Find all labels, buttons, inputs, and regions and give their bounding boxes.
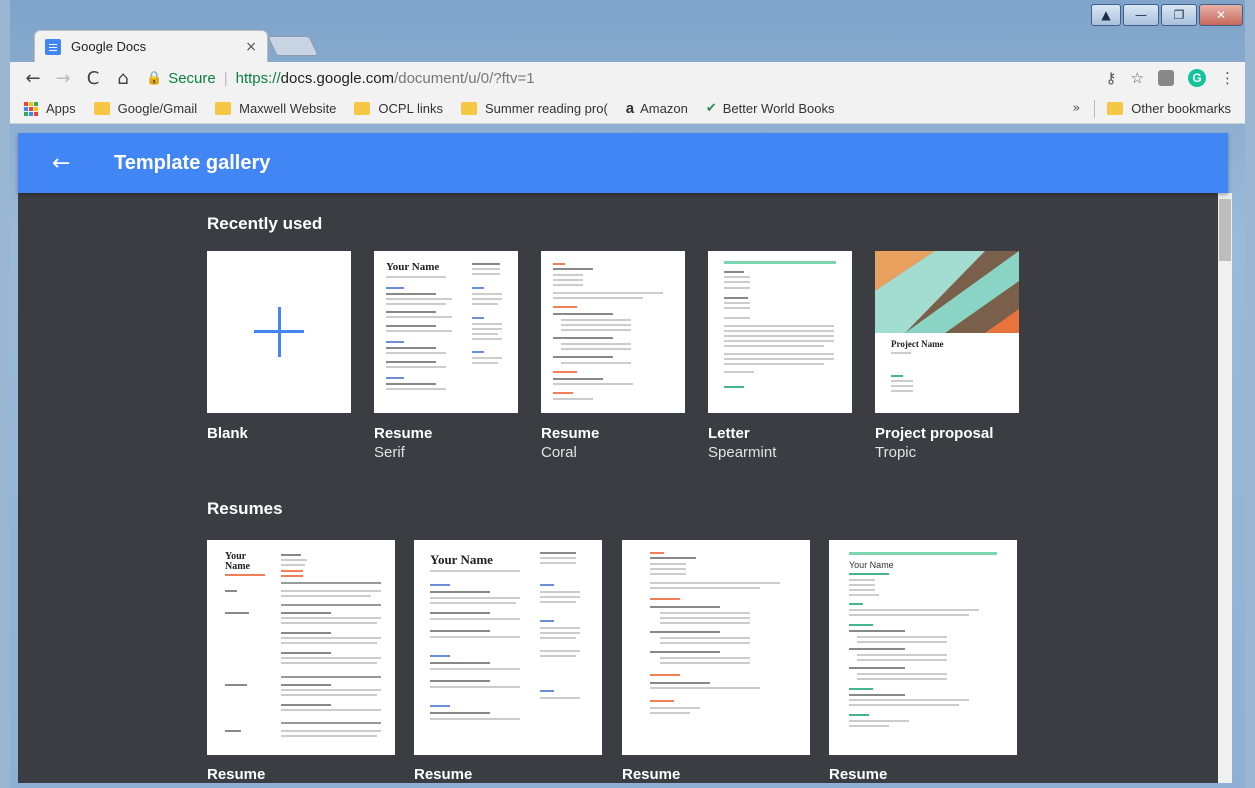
bookmarks-bar: Apps Google/Gmail Maxwell Website OCPL l… [10,94,1245,124]
template-style: Serif [374,444,405,461]
toolbar-actions: ⚷ ☆ G ⋮ [1106,69,1235,87]
user-icon[interactable]: ▲ [1091,4,1121,26]
url-path: /document/u/0/?ftv=1 [394,69,535,87]
template-name[interactable]: Letter [708,425,750,442]
section-title-resumes: Resumes [207,499,283,518]
thumbnail-heading: Project Name [891,339,944,349]
window-controls: ▲ — ❐ ✕ [1091,4,1243,26]
folder-icon [354,102,371,115]
home-icon[interactable]: ⌂ [110,68,136,89]
bookmark-maxwell-website[interactable]: Maxwell Website [215,101,336,116]
template-card-resume-serif[interactable]: Your Name [374,251,518,413]
google-docs-icon [45,38,61,55]
template-name[interactable]: Resume [414,766,472,783]
bookmark-better-world-books[interactable]: ✔ Better World Books [706,101,835,116]
amazon-icon: a [625,100,635,117]
tropic-artwork [875,251,1019,333]
bookmark-label: Apps [46,101,76,116]
template-card-letter-spearmint[interactable] [708,251,852,413]
template-style: Coral [541,444,577,461]
thumbnail-heading-line2: Name [225,561,250,572]
tab-close-icon[interactable]: × [245,39,257,55]
bookmark-label: Amazon [640,101,688,116]
better-world-books-icon: ✔ [705,101,717,116]
bookmark-label: Summer reading pro( [484,101,608,116]
back-arrow-icon[interactable]: ← [52,151,82,176]
forward-icon[interactable]: → [50,68,76,89]
plus-icon-v [278,307,281,357]
apps-grid-icon [24,101,38,116]
thumbnail-heading: Your Name [430,552,493,567]
template-card-project-proposal-tropic[interactable]: Project Name [875,251,1019,413]
bookmark-label: Better World Books [722,101,835,116]
new-tab-button[interactable] [267,36,319,56]
template-name[interactable]: Resume [541,425,599,442]
browser-tab[interactable]: Google Docs × [34,30,268,62]
menu-icon[interactable]: ⋮ [1220,69,1235,87]
template-name[interactable]: Resume [207,766,265,783]
template-card-resume-coral[interactable] [541,251,685,413]
vertical-scrollbar[interactable] [1218,193,1232,783]
bookmark-label: Other bookmarks [1131,101,1231,116]
tab-title: Google Docs [71,39,147,54]
template-name[interactable]: Resume [374,425,432,442]
folder-icon [215,102,232,115]
key-icon[interactable]: ⚷ [1106,69,1117,87]
bookmark-google-gmail[interactable]: Google/Gmail [93,101,198,116]
section-title-recently-used: Recently used [207,214,323,233]
page-title: Template gallery [114,151,271,174]
bookmark-ocpl-links[interactable]: OCPL links [354,101,443,116]
browser-toolbar: ← → C ⌂ 🔒 Secure | https:// docs.google.… [10,62,1245,94]
template-name[interactable]: Resume [622,766,680,783]
address-bar[interactable]: 🔒 Secure | https:// docs.google.com /doc… [146,65,1106,91]
template-gallery-header: ← Template gallery [18,133,1228,193]
url-host: docs.google.com [280,69,395,87]
template-gallery: Recently used Blank Your Name Resume Ser… [18,193,1218,783]
scrollbar-thumb[interactable] [1219,199,1231,261]
back-icon[interactable]: ← [20,68,46,89]
folder-icon [460,102,477,115]
template-card-resume-2[interactable]: Your Name [414,540,602,755]
grammarly-icon[interactable]: G [1188,69,1206,87]
close-window-button[interactable]: ✕ [1199,4,1243,26]
secure-label: Secure [168,69,216,87]
template-card-resume-4[interactable]: Your Name [829,540,1017,755]
extension-icon[interactable] [1158,70,1174,86]
thumbnail-heading: Your Name [849,560,894,570]
bookmarks-divider [1094,99,1096,118]
folder-icon [93,102,110,115]
bookmark-label: Google/Gmail [117,101,198,116]
bookmark-label: OCPL links [378,101,443,116]
template-card-blank[interactable] [207,251,351,413]
thumbnail-heading: Your Name [386,261,440,273]
url-protocol: https:// [235,69,281,87]
window-border-right [1245,0,1255,788]
folder-icon [1107,102,1124,115]
bookmarks-overflow-icon[interactable]: » [1072,101,1080,116]
window-border-left [0,0,10,788]
bookmark-apps[interactable]: Apps [24,101,76,116]
template-name[interactable]: Blank [207,425,248,442]
star-icon[interactable]: ☆ [1131,69,1144,87]
template-card-resume-1[interactable]: Your Name [207,540,395,755]
template-name[interactable]: Resume [829,766,887,783]
template-style: Spearmint [708,444,777,461]
bookmark-other[interactable]: Other bookmarks [1107,101,1231,116]
template-name[interactable]: Project proposal [875,425,993,442]
url-separator: | [223,69,228,87]
reload-icon[interactable]: C [80,68,106,89]
minimize-button[interactable]: — [1123,4,1159,26]
template-card-resume-3[interactable] [622,540,810,755]
bookmark-summer-reading[interactable]: Summer reading pro( [460,101,608,116]
lock-icon: 🔒 [146,70,163,86]
bookmark-amazon[interactable]: a Amazon [626,100,688,117]
maximize-button[interactable]: ❐ [1161,4,1197,26]
bookmark-label: Maxwell Website [239,101,337,116]
template-style: Tropic [875,444,917,461]
